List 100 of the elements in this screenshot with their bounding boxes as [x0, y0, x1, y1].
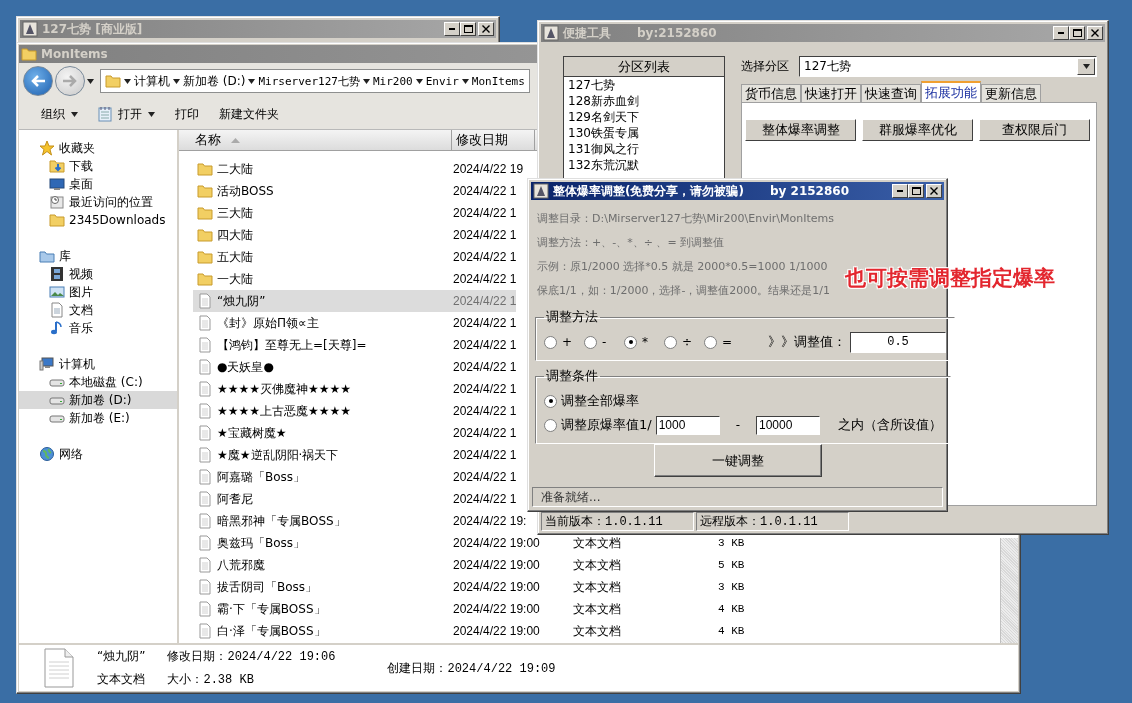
radio-button[interactable] [544, 418, 557, 432]
nav-item[interactable]: 库 [19, 247, 177, 265]
value-field[interactable]: 0.5 [850, 331, 946, 353]
forward-button[interactable] [55, 66, 85, 96]
list-item[interactable]: 130铁蛋专属 [564, 125, 724, 141]
scrollbar[interactable] [1000, 538, 1018, 643]
file-row[interactable]: 暗黑邪神「专属BOSS」 2024/4/22 19: [193, 510, 527, 532]
maximize-button[interactable] [1069, 26, 1085, 40]
input-field[interactable]: 10000 [756, 415, 820, 435]
toolbar-button[interactable]: 新建文件夹 [211, 102, 287, 126]
toolbar-button[interactable]: 打印 [167, 102, 207, 126]
action-button[interactable]: 查权限后门 [979, 119, 1090, 141]
minimize-button[interactable] [1053, 26, 1069, 40]
radio-button[interactable] [544, 394, 557, 408]
radio-button[interactable] [664, 335, 677, 349]
run-button[interactable]: 一键调整 [653, 444, 822, 477]
file-row[interactable]: 阿耆尼 2024/4/22 1 [193, 488, 517, 510]
list-item[interactable]: 132东荒沉默 [564, 157, 724, 173]
action-button[interactable]: 整体爆率调整 [745, 119, 856, 141]
file-row[interactable]: 一大陆 2024/4/22 1 [193, 268, 517, 290]
tab[interactable]: 更新信息 [981, 84, 1041, 102]
nav-item[interactable]: 最近访问的位置 [19, 193, 177, 211]
file-row[interactable]: 五大陆 2024/4/22 1 [193, 246, 517, 268]
nav-item[interactable]: 视频 [19, 265, 177, 283]
radio-label: = [722, 335, 733, 349]
list-item[interactable]: 131御风之行 [564, 141, 724, 157]
radio-label: 调整全部爆率 [561, 392, 639, 410]
file-row[interactable]: “烛九阴” 2024/4/22 1 [193, 290, 517, 312]
maximize-button[interactable] [460, 22, 476, 36]
file-row[interactable]: 霸·下「专属BOSS」 2024/4/22 19:00 文本文档 4 KB [193, 598, 745, 620]
file-name: 一大陆 [217, 270, 253, 288]
nav-item[interactable]: 桌面 [19, 175, 177, 193]
nav-item[interactable]: 图片 [19, 283, 177, 301]
action-button[interactable]: 群服爆率优化 [862, 119, 973, 141]
back-button[interactable] [23, 66, 53, 96]
tab[interactable]: 快速查询 [861, 84, 921, 102]
nav-item[interactable]: 文档 [19, 301, 177, 319]
partition-dropdown[interactable]: 127七势 [799, 55, 1097, 77]
breadcrumb-item[interactable]: Envir [425, 74, 459, 88]
toolbar-button[interactable]: 打开 [90, 102, 163, 126]
maximize-button[interactable] [908, 184, 924, 198]
file-row[interactable]: 拔舌阴司「Boss」 2024/4/22 19:00 文本文档 3 KB [193, 576, 745, 598]
radio-button[interactable] [544, 335, 557, 349]
nav-item[interactable]: 收藏夹 [19, 139, 177, 157]
nav-item[interactable]: 新加卷 (E:) [19, 409, 177, 427]
column-header[interactable]: 名称 [179, 130, 452, 150]
file-row[interactable]: 【鸿钧】至尊无上=[天尊]= 2024/4/22 1 [193, 334, 517, 356]
file-row[interactable]: 奥兹玛「Boss」 2024/4/22 19:00 文本文档 3 KB [193, 532, 745, 554]
column-header[interactable]: 修改日期 [452, 130, 535, 150]
breadcrumb-field[interactable]: 计算机 新加卷 (D:) Mirserver127七势 Mir200 Envir MonItems [100, 69, 530, 93]
author-label: by 2152860 [769, 184, 849, 198]
file-name: “烛九阴” [217, 292, 266, 310]
text-file-icon [197, 315, 213, 331]
minimize-button[interactable] [892, 184, 908, 198]
file-row[interactable]: ★魔★逆乱阴阳·祸天下 2024/4/22 1 [193, 444, 517, 466]
group-label: 调整方法 [545, 308, 599, 326]
file-row[interactable]: 四大陆 2024/4/22 1 [193, 224, 517, 246]
tab[interactable]: 拓展功能 [921, 81, 981, 102]
input-field[interactable]: 1000 [655, 415, 720, 435]
file-row[interactable]: ★★★★上古恶魔★★★★ 2024/4/22 1 [193, 400, 517, 422]
file-row[interactable]: 白·泽「专属BOSS」 2024/4/22 19:00 文本文档 4 KB [193, 620, 745, 642]
file-row[interactable]: 阿嘉璐「Boss」 2024/4/22 1 [193, 466, 517, 488]
nav-item[interactable]: 网络 [19, 445, 177, 463]
minimize-button[interactable] [444, 22, 460, 36]
nav-item[interactable]: 新加卷 (D:) [19, 391, 177, 409]
radio-button[interactable] [624, 335, 637, 349]
nav-item[interactable]: 2345Downloads [19, 211, 177, 229]
file-name: 八荒邪魔 [217, 556, 265, 574]
file-row[interactable]: 《封》原始Π领∝主 2024/4/22 1 [193, 312, 517, 334]
list-item[interactable]: 129名剑天下 [564, 109, 724, 125]
breadcrumb-item[interactable]: 新加卷 (D:) [183, 72, 246, 90]
file-row[interactable]: 二大陆 2024/4/22 19 [193, 158, 524, 180]
toolbar-button[interactable]: 组织 [33, 102, 86, 126]
file-row[interactable]: ★宝藏树魔★ 2024/4/22 1 [193, 422, 517, 444]
nav-item[interactable]: 音乐 [19, 319, 177, 337]
file-row[interactable]: ★★★★灭佛魔神★★★★ 2024/4/22 1 [193, 378, 517, 400]
breadcrumb-item[interactable]: Mirserver127七势 [258, 73, 360, 89]
file-date: 2024/4/22 1 [453, 316, 517, 330]
file-row[interactable]: ●天妖皇● 2024/4/22 1 [193, 356, 517, 378]
tab[interactable]: 货币信息 [741, 84, 801, 102]
close-button[interactable] [926, 184, 942, 198]
file-type: 文本文档 [97, 671, 146, 688]
nav-item[interactable]: 下载 [19, 157, 177, 175]
tab[interactable]: 快速打开 [801, 84, 861, 102]
close-button[interactable] [1087, 26, 1103, 40]
breadcrumb-item[interactable]: MonItems [471, 74, 525, 88]
file-name: ★★★★灭佛魔神★★★★ [217, 380, 352, 398]
breadcrumb-item[interactable]: Mir200 [372, 74, 413, 88]
radio-button[interactable] [704, 335, 717, 349]
list-item[interactable]: 128新赤血剑 [564, 93, 724, 109]
list-item[interactable]: 127七势 [564, 77, 724, 93]
nav-item[interactable]: 计算机 [19, 355, 177, 373]
file-row[interactable]: 三大陆 2024/4/22 1 [193, 202, 517, 224]
close-button[interactable] [478, 22, 494, 36]
nav-item[interactable]: 本地磁盘 (C:) [19, 373, 177, 391]
breadcrumb-item[interactable]: 计算机 [134, 72, 170, 90]
folder-icon [197, 161, 213, 177]
radio-button[interactable] [584, 335, 597, 349]
file-row[interactable]: 活动BOSS 2024/4/22 1 [193, 180, 517, 202]
file-row[interactable]: 八荒邪魔 2024/4/22 19:00 文本文档 5 KB [193, 554, 745, 576]
